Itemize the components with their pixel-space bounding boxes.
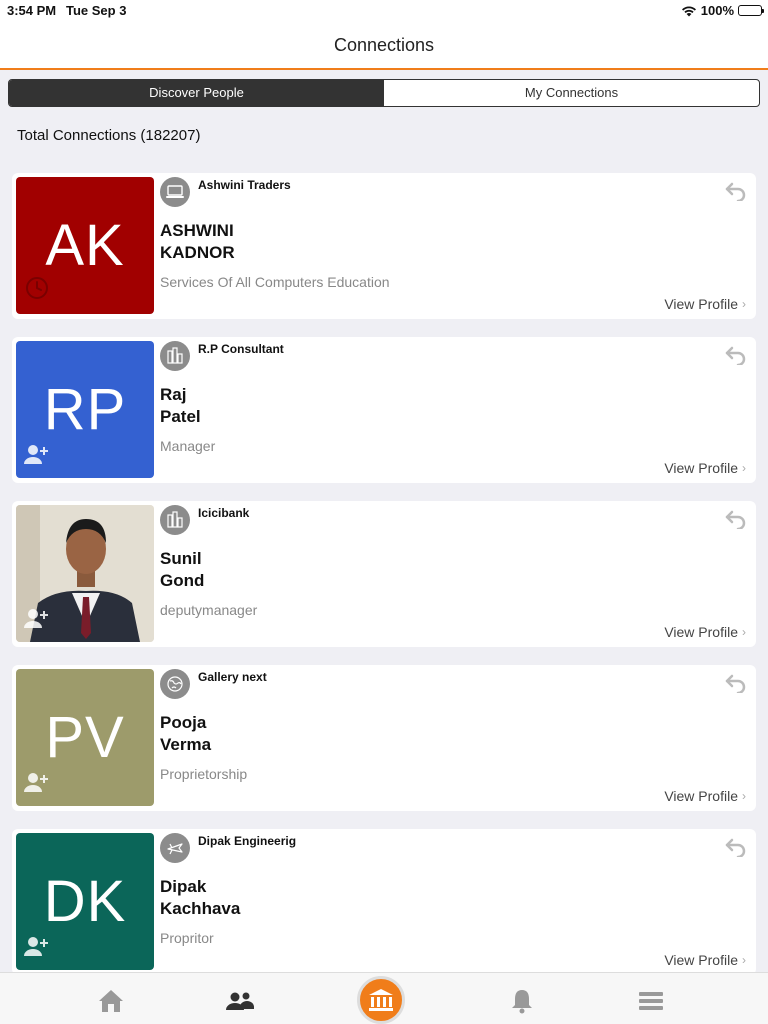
view-profile-label: View Profile: [664, 952, 738, 968]
avatar-initials: RP: [43, 377, 127, 442]
building-icon: [160, 505, 190, 535]
first-name: ASHWINI: [160, 221, 234, 240]
person-name: Sunil Gond: [160, 548, 204, 592]
person-role: Services Of All Computers Education: [160, 274, 390, 290]
add-person-icon[interactable]: [24, 935, 50, 962]
company-name: Dipak Engineerig: [198, 834, 297, 848]
avatar-initials: DK: [43, 869, 127, 934]
avatar[interactable]: [16, 505, 154, 642]
last-name: Patel: [160, 407, 201, 426]
company-name: R.P Consultant: [198, 342, 284, 356]
globe-icon: [160, 669, 190, 699]
person-name: Pooja Verma: [160, 712, 211, 756]
last-name: Verma: [160, 735, 212, 754]
connection-card[interactable]: AK Ashwini Traders ASHWINI KADNOR Servic…: [12, 173, 756, 319]
navigation-bar: Connections: [0, 22, 768, 70]
bell-icon[interactable]: [508, 987, 536, 1015]
chevron-right-icon: ›: [742, 461, 746, 475]
view-profile-label: View Profile: [664, 460, 738, 476]
avatar-initials: AK: [45, 213, 125, 278]
person-role: Propritor: [160, 930, 214, 946]
view-profile-link[interactable]: View Profile ›: [664, 460, 746, 476]
last-name: Kachhava: [160, 899, 241, 918]
person-role: Proprietorship: [160, 766, 248, 782]
view-profile-link[interactable]: View Profile ›: [664, 624, 746, 640]
undo-icon[interactable]: [724, 345, 748, 370]
connection-card[interactable]: PV Gallery next Pooja Verma Proprietorsh…: [12, 665, 756, 811]
page-title: Connections: [333, 35, 435, 55]
company-name: Gallery next: [198, 670, 267, 684]
first-name: Dipak: [160, 877, 207, 896]
airplane-icon: [160, 833, 190, 863]
avatar[interactable]: AK: [16, 177, 154, 314]
first-name: Sunil: [160, 549, 202, 568]
undo-icon[interactable]: [724, 181, 748, 206]
segmented-control: Discover People My Connections: [8, 79, 760, 107]
view-profile-label: View Profile: [664, 624, 738, 640]
computer-icon: [160, 177, 190, 207]
last-name: KADNOR: [160, 243, 235, 262]
connection-card[interactable]: DK Dipak Engineerig Dipak Kachhava Propr…: [12, 829, 756, 975]
company-name: Icicibank: [198, 506, 250, 520]
tab-my-connections[interactable]: My Connections: [384, 80, 759, 106]
view-profile-link[interactable]: View Profile ›: [664, 788, 746, 804]
chevron-right-icon: ›: [742, 297, 746, 311]
status-bar: 3:54 PM Tue Sep 3 100%: [0, 0, 768, 22]
person-name: Raj Patel: [160, 384, 201, 428]
bank-icon[interactable]: [357, 976, 405, 1024]
person-role: deputymanager: [160, 602, 258, 618]
status-date: Tue Sep 3: [66, 3, 127, 18]
wifi-icon: [681, 6, 696, 16]
chevron-right-icon: ›: [742, 953, 746, 967]
first-name: Raj: [160, 385, 187, 404]
status-time: 3:54 PM: [7, 3, 57, 18]
add-person-icon[interactable]: [24, 771, 50, 798]
view-profile-link[interactable]: View Profile ›: [664, 952, 746, 968]
avatar[interactable]: RP: [16, 341, 154, 478]
home-icon[interactable]: [97, 987, 125, 1015]
connection-card[interactable]: RP R.P Consultant Raj Patel Manager View…: [12, 337, 756, 483]
last-name: Gond: [160, 571, 205, 590]
clock-icon: [24, 275, 50, 306]
avatar[interactable]: PV: [16, 669, 154, 806]
battery-percent: 100%: [700, 3, 734, 18]
connection-card[interactable]: Icicibank Sunil Gond deputymanager View …: [12, 501, 756, 647]
add-person-icon[interactable]: [24, 607, 50, 634]
people-icon[interactable]: [226, 987, 254, 1015]
battery-icon: [738, 5, 764, 16]
total-connections: Total Connections (182207): [17, 127, 201, 144]
view-profile-link[interactable]: View Profile ›: [664, 296, 746, 312]
company-name: Ashwini Traders: [198, 178, 291, 192]
menu-icon[interactable]: [637, 987, 665, 1015]
person-role: Manager: [160, 438, 216, 454]
tab-bar: [0, 972, 768, 1024]
add-person-icon[interactable]: [24, 443, 50, 470]
chevron-right-icon: ›: [742, 789, 746, 803]
person-name: ASHWINI KADNOR: [160, 220, 235, 264]
avatar-initials: PV: [45, 705, 125, 770]
undo-icon[interactable]: [724, 837, 748, 862]
status-right: 100%: [681, 3, 764, 18]
view-profile-label: View Profile: [664, 296, 738, 312]
undo-icon[interactable]: [724, 673, 748, 698]
chevron-right-icon: ›: [742, 625, 746, 639]
avatar[interactable]: DK: [16, 833, 154, 970]
tab-discover-people[interactable]: Discover People: [9, 80, 384, 106]
first-name: Pooja: [160, 713, 207, 732]
building-icon: [160, 341, 190, 371]
person-name: Dipak Kachhava: [160, 876, 240, 920]
view-profile-label: View Profile: [664, 788, 738, 804]
undo-icon[interactable]: [724, 509, 748, 534]
